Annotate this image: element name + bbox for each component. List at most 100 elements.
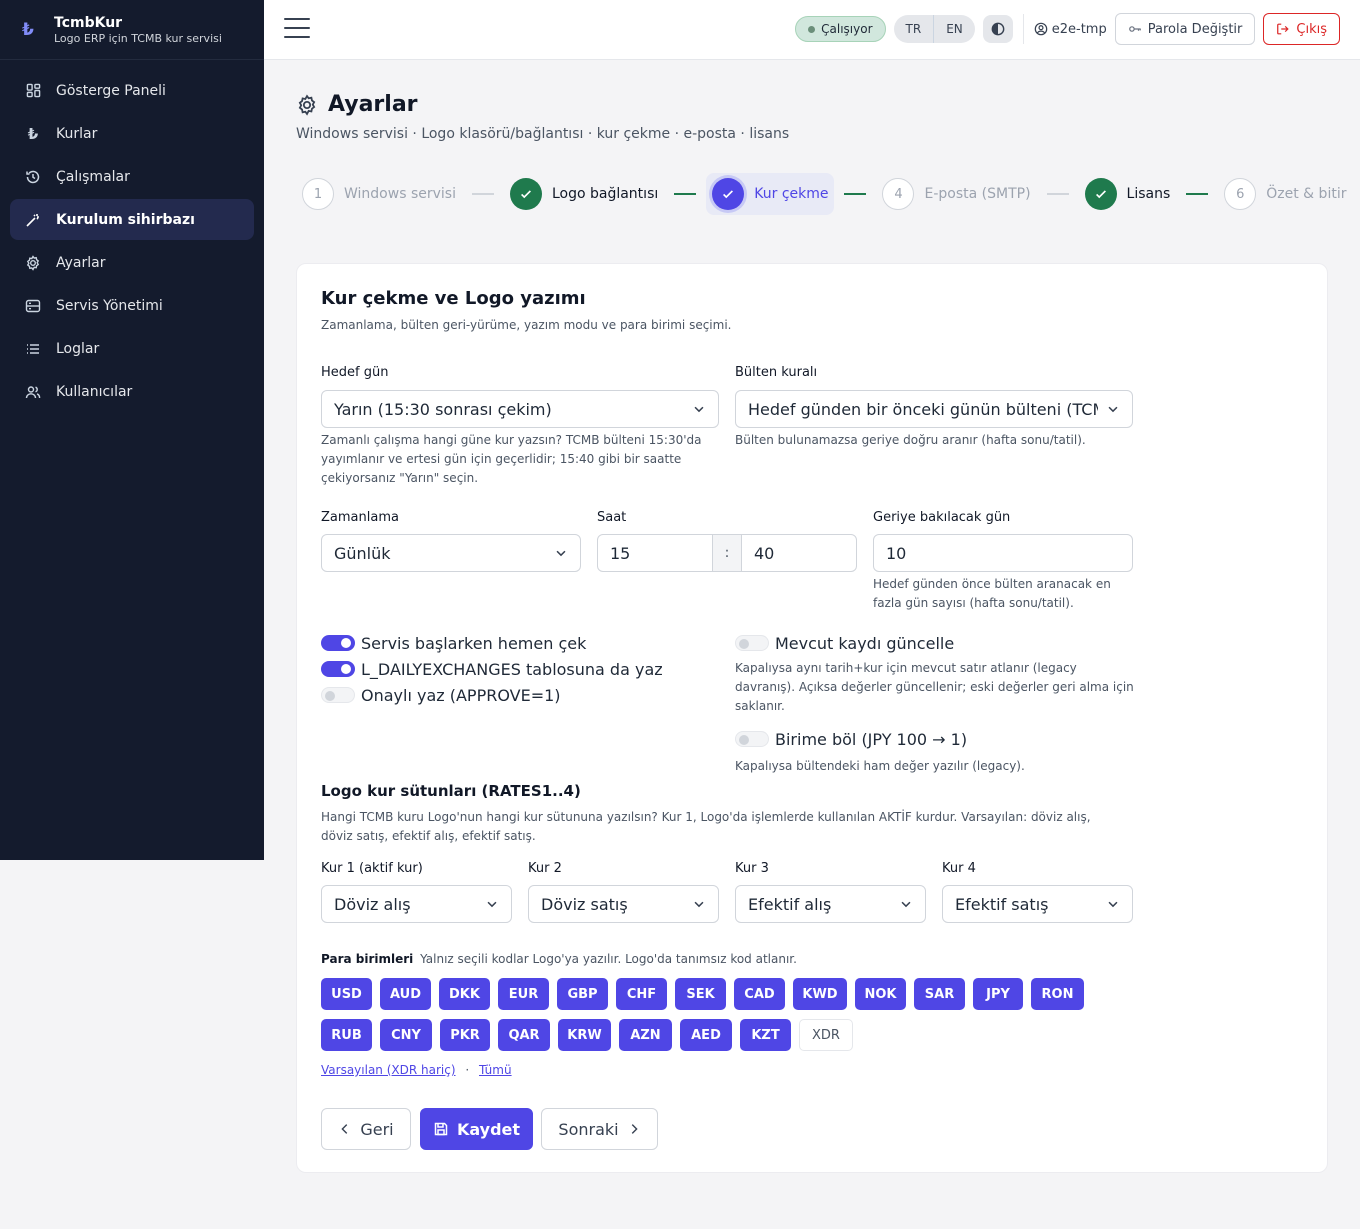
lang-en-button[interactable]: EN xyxy=(933,15,975,43)
currencies-hint: Yalnız seçili kodlar Logo'ya yazılır. Lo… xyxy=(420,952,797,966)
currency-chip-azn[interactable]: AZN xyxy=(619,1019,672,1051)
sidebar-item-service-management[interactable]: Servis Yönetimi xyxy=(10,285,254,326)
next-button[interactable]: Sonraki xyxy=(541,1108,658,1150)
change-password-button[interactable]: Parola Değiştir xyxy=(1114,13,1256,45)
currency-chip-gbp[interactable]: GBP xyxy=(557,978,608,1010)
kur1-label: Kur 1 (aktif kur) xyxy=(321,861,423,876)
step-rate-fetch[interactable]: Kur çekme xyxy=(706,173,835,215)
sidebar-item-runs[interactable]: Çalışmalar xyxy=(10,156,254,197)
step-connector xyxy=(471,193,494,195)
bulletin-rule-select[interactable]: Hedef günden bir önceki günün bülteni (T… xyxy=(735,390,1133,428)
lookback-days-input[interactable]: 10 xyxy=(873,534,1133,572)
gear-icon xyxy=(298,93,316,116)
currency-chip-sek[interactable]: SEK xyxy=(675,978,726,1010)
check-icon xyxy=(1084,178,1117,210)
schedule-select[interactable]: Günlük xyxy=(321,534,581,572)
sidebar-item-label: Kullanıcılar xyxy=(56,383,133,400)
kur3-select[interactable]: Efektif alış xyxy=(735,885,926,923)
lookback-label: Geriye bakılacak gün xyxy=(873,510,1011,525)
chevron-left-icon xyxy=(341,1124,348,1134)
sidebar-nav: Gösterge Paneli ₺ Kurlar Çalışmalar Kuru… xyxy=(0,60,264,424)
currency-chip-xdr[interactable]: XDR xyxy=(799,1019,853,1051)
sidebar-item-label: Kurlar xyxy=(56,125,98,142)
currency-chip-chf[interactable]: CHF xyxy=(616,978,667,1010)
step-email-smtp[interactable]: 4 E-posta (SMTP) xyxy=(876,173,1036,215)
menu-toggle-button[interactable] xyxy=(284,18,310,40)
logout-button[interactable]: Çıkış xyxy=(1263,13,1340,45)
currency-chip-rub[interactable]: RUB xyxy=(321,1019,372,1051)
fetch-on-start-switch[interactable] xyxy=(321,635,355,651)
currency-chip-dkk[interactable]: DKK xyxy=(439,978,490,1010)
sidebar-item-settings[interactable]: Ayarlar xyxy=(10,242,254,283)
dashboard-icon xyxy=(24,82,42,100)
switch-knob xyxy=(739,735,749,745)
currency-chip-kzt[interactable]: KZT xyxy=(740,1019,791,1051)
select-all-currencies-link[interactable]: Tümü xyxy=(479,1063,512,1077)
currency-chip-cny[interactable]: CNY xyxy=(380,1019,432,1051)
step-summary-finish[interactable]: 6 Özet & bitir xyxy=(1218,173,1352,215)
key-icon xyxy=(1128,26,1141,32)
currency-chip-usd[interactable]: USD xyxy=(321,978,372,1010)
sidebar-item-dashboard[interactable]: Gösterge Paneli xyxy=(10,70,254,111)
save-button[interactable]: Kaydet xyxy=(420,1108,533,1150)
update-existing-switch[interactable] xyxy=(735,635,769,651)
target-day-label: Hedef gün xyxy=(321,365,389,380)
target-day-select[interactable]: Yarın (15:30 sonrası çekim) xyxy=(321,390,719,428)
brand: ₺ TcmbKur Logo ERP için TCMB kur servisi xyxy=(0,0,264,60)
lira-icon: ₺ xyxy=(27,124,39,143)
step-connector xyxy=(1046,193,1069,195)
sidebar-item-label: Ayarlar xyxy=(56,254,106,271)
chevron-down-icon xyxy=(694,406,704,413)
currency-chip-kwd[interactable]: KWD xyxy=(793,978,847,1010)
chevron-down-icon xyxy=(556,550,566,557)
update-existing-help: Kapalıysa aynı tarih+kur için mevcut sat… xyxy=(735,661,1134,713)
currency-chip-pkr[interactable]: PKR xyxy=(440,1019,490,1051)
hour-input[interactable]: 15 xyxy=(598,535,712,571)
currency-chip-sar[interactable]: SAR xyxy=(914,978,965,1010)
step-label: E-posta (SMTP) xyxy=(924,186,1031,202)
sidebar-item-users[interactable]: Kullanıcılar xyxy=(10,371,254,412)
sidebar-item-rates[interactable]: ₺ Kurlar xyxy=(10,113,254,154)
step-logo-connection[interactable]: Logo bağlantısı xyxy=(504,173,664,215)
logout-icon xyxy=(1277,23,1290,35)
sidebar-item-logs[interactable]: Loglar xyxy=(10,328,254,369)
divide-unit-switch[interactable] xyxy=(735,731,769,747)
kur2-select[interactable]: Döviz satış xyxy=(528,885,719,923)
app-subtitle: Logo ERP için TCMB kur servisi xyxy=(54,31,222,45)
dailyexchanges-toggle-row: L_DAILYEXCHANGES tablosuna da yaz xyxy=(321,656,663,682)
update-existing-toggle-row: Mevcut kaydı güncelle xyxy=(735,630,1135,656)
check-icon xyxy=(509,178,542,210)
currency-chip-ron[interactable]: RON xyxy=(1031,978,1084,1010)
step-connector xyxy=(674,193,697,195)
currency-chip-aed[interactable]: AED xyxy=(680,1019,732,1051)
step-windows-service[interactable]: 1 Windows servisi xyxy=(296,173,462,215)
target-day-help: Zamanlı çalışma hangi güne kur yazsın? T… xyxy=(321,433,702,485)
currency-chip-qar[interactable]: QAR xyxy=(498,1019,550,1051)
back-button[interactable]: Geri xyxy=(321,1108,411,1150)
minute-input[interactable]: 40 xyxy=(742,535,856,571)
fetch-on-start-label: Servis başlarken hemen çek xyxy=(361,633,587,653)
sidebar-item-setup-wizard[interactable]: Kurulum sihirbazı xyxy=(10,199,254,240)
kur1-select[interactable]: Döviz alış xyxy=(321,885,512,923)
currency-chip-eur[interactable]: EUR xyxy=(498,978,549,1010)
currency-chip-krw[interactable]: KRW xyxy=(558,1019,611,1051)
kur4-value: Efektif satış xyxy=(955,894,1049,914)
sidebar-item-label: Çalışmalar xyxy=(56,168,130,185)
wizard-stepper: 1 Windows servisi Logo bağlantısı Kur çe… xyxy=(296,173,1352,215)
hamburger-line xyxy=(284,18,310,20)
theme-toggle-button[interactable] xyxy=(982,15,1013,43)
select-default-currencies-link[interactable]: Varsayılan (XDR hariç) xyxy=(321,1063,456,1077)
step-license[interactable]: Lisans xyxy=(1079,173,1177,215)
currency-chip-cad[interactable]: CAD xyxy=(734,978,785,1010)
dailyexchanges-switch[interactable] xyxy=(321,661,355,677)
approve-switch[interactable] xyxy=(321,687,355,703)
kur4-select[interactable]: Efektif satış xyxy=(942,885,1133,923)
kur4-label: Kur 4 xyxy=(942,861,976,876)
currency-chip-jpy[interactable]: JPY xyxy=(973,978,1023,1010)
lang-tr-button[interactable]: TR xyxy=(894,15,934,43)
approve-label: Onaylı yaz (APPROVE=1) xyxy=(361,685,561,705)
currency-chips-row1: USD AUD DKK EUR GBP CHF SEK CAD KWD NOK … xyxy=(321,978,1161,1019)
currency-chip-aud[interactable]: AUD xyxy=(380,978,431,1010)
list-icon xyxy=(24,340,42,358)
currency-chip-nok[interactable]: NOK xyxy=(855,978,906,1010)
